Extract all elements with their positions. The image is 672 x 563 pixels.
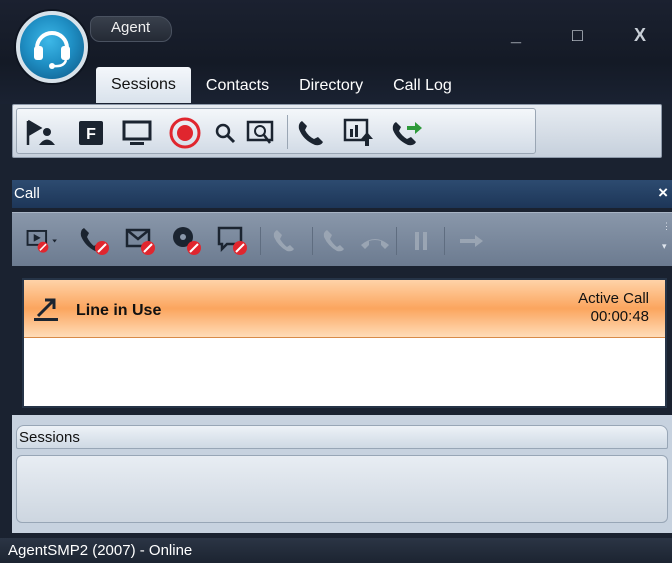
call-panel-close-button[interactable]: ×	[658, 183, 668, 203]
tab-sessions[interactable]: Sessions	[96, 67, 191, 103]
call-timer: 00:00:48	[590, 308, 649, 325]
sessions-panel-header[interactable]: Sessions	[16, 425, 668, 449]
tab-call-log[interactable]: Call Log	[378, 71, 467, 103]
call-disabled-icon[interactable]	[318, 225, 352, 257]
toolbar-overflow-grip[interactable]: ⋮ ▾	[662, 221, 671, 261]
headset-icon	[34, 31, 70, 69]
form-icon[interactable]: F	[75, 117, 107, 149]
call-toolbar: ⋮ ▾	[12, 212, 672, 266]
tab-contacts[interactable]: Contacts	[191, 71, 284, 103]
end-email-icon[interactable]	[124, 225, 158, 257]
end-chat-icon[interactable]	[216, 225, 250, 257]
ribbon-group: F	[16, 108, 536, 154]
status-text: AgentSMP2 (2007) - Online	[8, 542, 193, 559]
line-status-label: Line in Use	[76, 302, 162, 319]
hangup-disabled-icon[interactable]	[358, 225, 392, 257]
call-disabled-icon[interactable]	[268, 225, 302, 257]
status-bar: AgentSMP2 (2007) - Online	[0, 538, 672, 563]
close-button[interactable]: X	[634, 25, 646, 46]
ribbon-toolbar: F	[12, 104, 662, 158]
record-icon[interactable]	[169, 117, 201, 149]
phone-icon[interactable]	[295, 117, 327, 149]
call-status-text: Active Call	[578, 290, 649, 307]
maximize-button[interactable]: □	[572, 25, 583, 46]
call-line-row[interactable]: Line in Use Active Call 00:00:48	[24, 280, 665, 338]
report-upload-icon[interactable]	[343, 117, 375, 149]
end-session-icon[interactable]	[170, 225, 204, 257]
call-panel-header: Call ×	[12, 180, 672, 208]
outgoing-call-icon	[34, 298, 58, 321]
agent-state-icon[interactable]	[25, 117, 57, 149]
monitor-icon[interactable]	[121, 117, 153, 149]
agent-quick-tab[interactable]: Agent	[90, 16, 172, 42]
zoom-screen-icon[interactable]	[245, 117, 277, 149]
end-call-icon[interactable]	[78, 225, 112, 257]
sessions-list	[16, 455, 668, 523]
play-dropdown-icon[interactable]	[26, 225, 60, 257]
tab-directory[interactable]: Directory	[284, 71, 378, 103]
call-list: Line in Use Active Call 00:00:48	[22, 278, 667, 408]
transfer-call-icon[interactable]	[391, 117, 423, 149]
search-icon[interactable]	[209, 117, 241, 149]
call-panel-title: Call	[14, 185, 40, 202]
minimize-button[interactable]: _	[511, 25, 521, 46]
hold-disabled-icon[interactable]	[404, 225, 438, 257]
app-orb-button[interactable]	[16, 11, 88, 83]
transfer-disabled-icon[interactable]	[454, 225, 488, 257]
sessions-panel: Sessions	[12, 415, 672, 533]
svg-text:F: F	[86, 126, 96, 143]
call-status: Active Call 00:00:48	[578, 290, 649, 326]
title-bar: Agent _ □ X Sessions Contacts Directory …	[0, 0, 672, 104]
main-tabs: Sessions Contacts Directory Call Log	[96, 67, 467, 103]
